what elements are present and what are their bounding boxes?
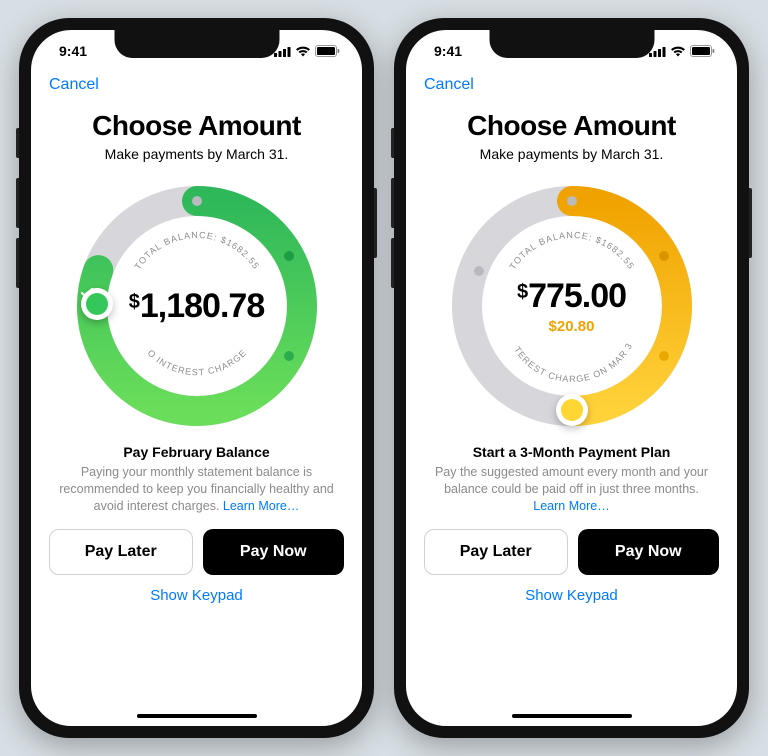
wifi-icon <box>670 46 686 57</box>
ring-handle[interactable] <box>556 394 588 426</box>
page-title: Choose Amount <box>92 110 301 142</box>
battery-icon <box>690 45 715 57</box>
payment-amount: $775.00 <box>517 277 626 316</box>
phone-frame-right: 9:41 Cancel Choose Amount Make payments … <box>394 18 749 738</box>
notch <box>114 30 279 58</box>
screen: 9:41 Cancel Choose Amount Make payments … <box>406 30 737 726</box>
checkmark-icon <box>81 288 93 298</box>
screen: 9:41 Cancel Choose Amount Make payments … <box>31 30 362 726</box>
phone-frame-left: 9:41 Cancel Choose Amount Make payments … <box>19 18 374 738</box>
status-time: 9:41 <box>434 43 462 59</box>
page-subtitle: Make payments by March 31. <box>480 146 664 162</box>
payment-amount: $1,180.78 <box>129 287 264 326</box>
interest-amount: $20.80 <box>549 318 595 335</box>
status-time: 9:41 <box>59 43 87 59</box>
ring-handle[interactable] <box>81 288 113 320</box>
show-keypad-button[interactable]: Show Keypad <box>525 587 618 604</box>
cancel-button[interactable]: Cancel <box>49 76 99 94</box>
description-title: Pay February Balance <box>55 444 338 460</box>
learn-more-link[interactable]: Learn More… <box>223 499 299 513</box>
description-title: Start a 3-Month Payment Plan <box>430 444 713 460</box>
pay-later-button[interactable]: Pay Later <box>424 529 568 575</box>
cancel-button[interactable]: Cancel <box>424 76 474 94</box>
page-subtitle: Make payments by March 31. <box>105 146 289 162</box>
pay-later-button[interactable]: Pay Later <box>49 529 193 575</box>
payment-ring[interactable]: TOTAL BALANCE: $1682.55 INTEREST CHARGE … <box>442 176 702 436</box>
pay-now-button[interactable]: Pay Now <box>578 529 720 575</box>
battery-icon <box>315 45 340 57</box>
description-body: Pay the suggested amount every month and… <box>430 464 713 515</box>
home-indicator[interactable] <box>512 714 632 718</box>
show-keypad-button[interactable]: Show Keypad <box>150 587 243 604</box>
nav-bar: Cancel <box>31 72 362 94</box>
notch <box>489 30 654 58</box>
pay-now-button[interactable]: Pay Now <box>203 529 345 575</box>
page-title: Choose Amount <box>467 110 676 142</box>
learn-more-link[interactable]: Learn More… <box>533 499 609 513</box>
nav-bar: Cancel <box>406 72 737 94</box>
description-body: Paying your monthly statement balance is… <box>55 464 338 515</box>
home-indicator[interactable] <box>137 714 257 718</box>
payment-ring[interactable]: TOTAL BALANCE: $1682.55 NO INTEREST CHAR… <box>67 176 327 436</box>
wifi-icon <box>295 46 311 57</box>
